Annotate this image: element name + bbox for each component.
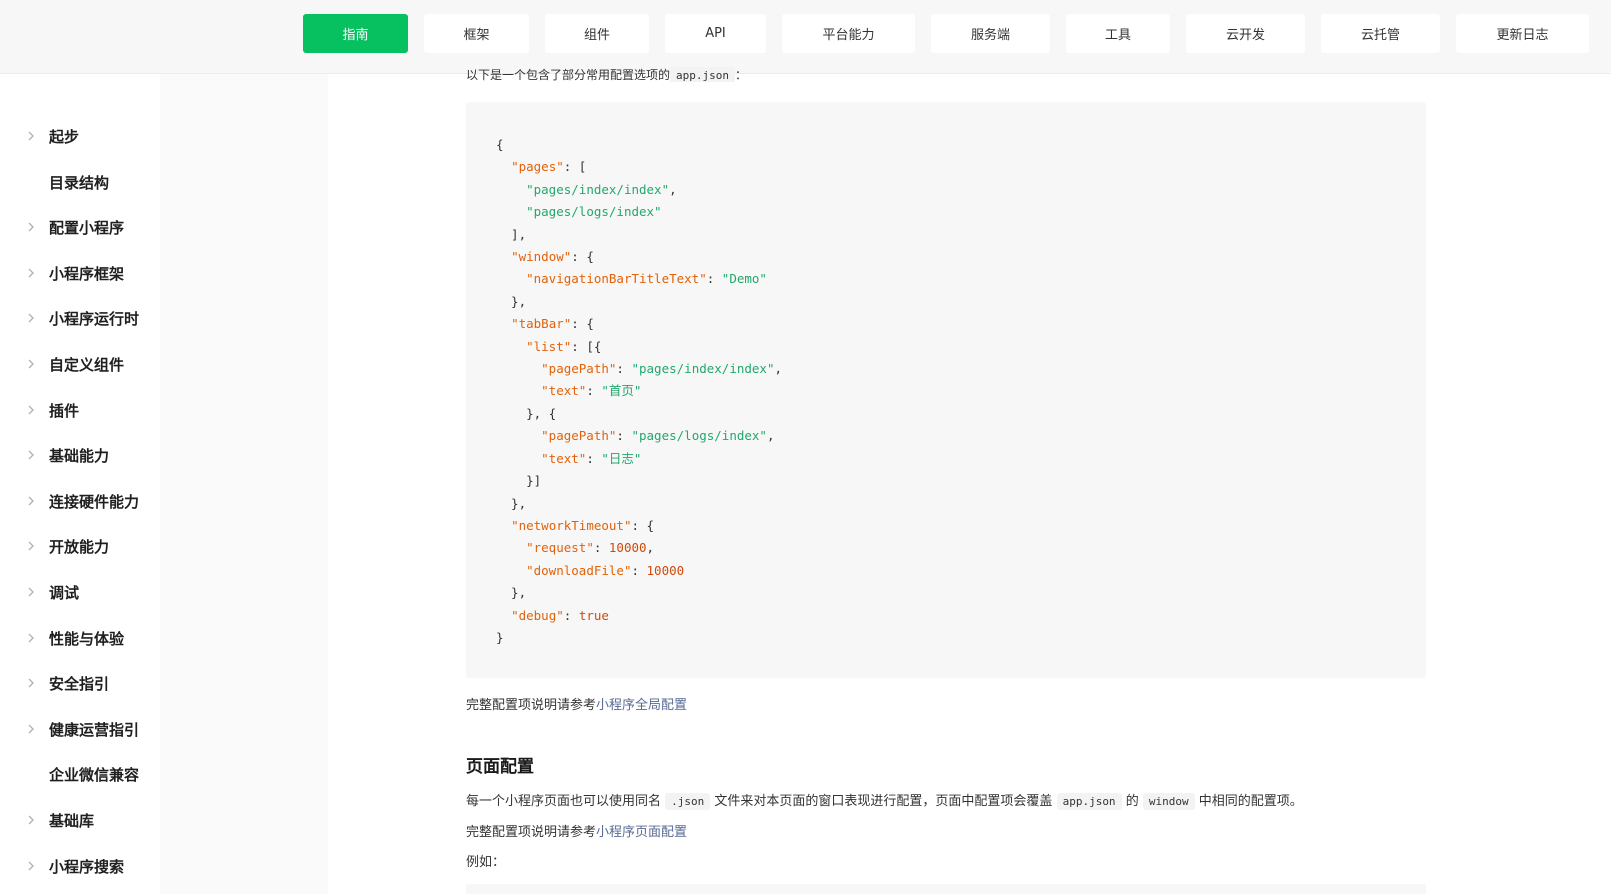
global-config-link[interactable]: 小程序全局配置 <box>596 698 687 713</box>
chevron-right-icon <box>28 131 34 141</box>
tab-server[interactable]: 服务端 <box>931 14 1050 53</box>
chevron-right-icon <box>28 450 34 460</box>
sidebar-item[interactable]: 基础能力 <box>0 438 160 472</box>
chevron-right-icon <box>28 268 34 278</box>
sidebar-item[interactable]: 小程序框架 <box>0 256 160 290</box>
chevron-right-icon <box>28 313 34 323</box>
sidebar-item[interactable]: 起步 <box>0 119 160 153</box>
intro-text: 以下是一个包含了部分常用配置选项的 app.json： <box>466 66 747 82</box>
intro-prefix: 以下是一个包含了部分常用配置选项的 <box>466 68 671 82</box>
section-title-page-config: 页面配置 <box>466 757 534 777</box>
tab-tools[interactable]: 工具 <box>1066 14 1170 53</box>
sidebar-item-label: 小程序运行时 <box>49 310 140 329</box>
sidebar-item-label: 插件 <box>49 401 80 420</box>
sidebar-item-label: 起步 <box>49 128 80 146</box>
sidebar-item-label: 企业微信兼容 <box>49 766 140 785</box>
chevron-right-icon <box>28 359 34 369</box>
tab-framework[interactable]: 框架 <box>424 14 529 53</box>
chevron-right-icon <box>28 541 34 551</box>
sidebar-item-label: 基础能力 <box>49 447 110 466</box>
sidebar-item[interactable]: 企业微信兼容 <box>0 757 160 791</box>
sidebar-item-label: 开放能力 <box>49 538 110 557</box>
full-config-note: 完整配置项说明请参考小程序全局配置 <box>466 694 687 713</box>
intro-code: app.json <box>670 67 735 82</box>
sidebar-item-label: 配置小程序 <box>49 219 125 238</box>
page-config-link[interactable]: 小程序页面配置 <box>596 825 687 840</box>
sidebar-item-label: 自定义组件 <box>49 356 125 374</box>
tab-guide[interactable]: 指南 <box>303 14 408 53</box>
chevron-right-icon <box>28 678 34 688</box>
page-desc-code-window: window <box>1142 793 1195 810</box>
tab-changelog[interactable]: 更新日志 <box>1456 14 1589 53</box>
chevron-right-icon <box>28 222 34 232</box>
sidebar-item[interactable]: 配置小程序 <box>0 210 160 244</box>
sidebar-item-label: 连接硬件能力 <box>49 492 140 511</box>
intro-suffix: ： <box>735 68 748 82</box>
page-config-note: 完整配置项说明请参考小程序页面配置 <box>466 821 687 840</box>
code-content: { "pages": [ "pages/index/index", "pages… <box>496 137 783 645</box>
code-block-app-json: { "pages": [ "pages/index/index", "pages… <box>466 102 1426 678</box>
page-desc-part1: 每一个小程序页面也可以使用同名 <box>466 794 662 809</box>
tab-platform-capabilities[interactable]: 平台能力 <box>782 14 915 53</box>
sidebar-item-label: 目录结构 <box>49 173 110 192</box>
top-nav-bar: 指南 框架 组件 API 平台能力 服务端 工具 云开发 云托管 更新日志 <box>0 0 1611 74</box>
code-block-example <box>466 884 1426 894</box>
page-desc-part4: 中相同的配置项。 <box>1198 794 1303 809</box>
sidebar-item-label: 安全指引 <box>49 675 110 694</box>
chevron-right-icon <box>28 815 34 825</box>
sidebar-item[interactable]: 自定义组件 <box>0 347 160 381</box>
tab-cloud-hosting[interactable]: 云托管 <box>1321 14 1440 53</box>
example-label: 例如： <box>466 855 506 870</box>
chevron-right-icon <box>28 861 34 871</box>
sidebar-item[interactable]: 健康运营指引 <box>0 712 160 746</box>
page-desc-code-appjson: app.json <box>1056 793 1122 810</box>
sidebar-item-label: 调试 <box>49 584 80 602</box>
sidebar-item[interactable]: 安全指引 <box>0 666 160 700</box>
chevron-right-icon <box>28 496 34 506</box>
page-desc-part2: 文件来对本页面的窗口表现进行配置，页面中配置项会覆盖 <box>714 794 1053 809</box>
sidebar: 起步目录结构配置小程序小程序框架小程序运行时 自定义组件插件基础能力连接硬件能力开… <box>0 74 160 894</box>
sidebar-item[interactable]: 性能与体验 <box>0 621 160 655</box>
sidebar-item[interactable]: 连接硬件能力 <box>0 484 160 518</box>
sidebar-item[interactable]: 基础库 <box>0 803 160 837</box>
tab-cloud-dev[interactable]: 云开发 <box>1186 14 1305 53</box>
sidebar-item-label: 小程序搜索 <box>49 857 125 876</box>
chevron-right-icon <box>28 633 34 643</box>
sidebar-item[interactable]: 小程序运行时 <box>0 301 160 335</box>
chevron-right-icon <box>28 724 34 734</box>
sidebar-gutter <box>160 74 328 894</box>
chevron-right-icon <box>28 405 34 415</box>
page-desc-code-json: .json <box>665 793 711 810</box>
sidebar-item-label: 性能与体验 <box>49 629 125 648</box>
sidebar-item[interactable]: 开放能力 <box>0 529 160 563</box>
sidebar-item-label: 小程序框架 <box>49 264 125 283</box>
sidebar-item-label: 健康运营指引 <box>49 720 140 739</box>
page-config-description: 每一个小程序页面也可以使用同名 .json 文件来对本页面的窗口表现进行配置，页… <box>466 790 1303 810</box>
sidebar-item[interactable]: 小程序搜索 <box>0 849 160 883</box>
page-config-prefix: 完整配置项说明请参考 <box>466 825 597 840</box>
tab-components[interactable]: 组件 <box>545 14 649 53</box>
full-config-prefix: 完整配置项说明请参考 <box>466 698 597 713</box>
sidebar-item-label: 基础库 <box>49 812 95 830</box>
chevron-right-icon <box>28 587 34 597</box>
sidebar-item[interactable]: 目录结构 <box>0 165 160 199</box>
sidebar-item[interactable]: 插件 <box>0 393 160 427</box>
page-desc-part3: 的 <box>1125 794 1139 809</box>
tab-api[interactable]: API <box>665 14 766 53</box>
sidebar-item[interactable]: 调试 <box>0 575 160 609</box>
